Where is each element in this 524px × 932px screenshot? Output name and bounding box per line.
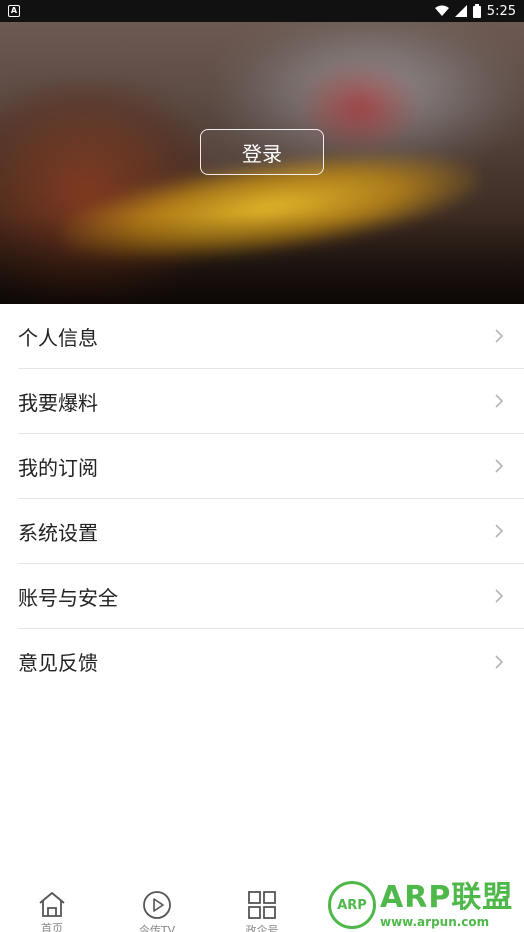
play-icon xyxy=(143,891,171,919)
menu-item-account-security[interactable]: 账号与安全 xyxy=(18,564,524,629)
signal-icon xyxy=(454,5,467,17)
menu-item-subscriptions[interactable]: 我的订阅 xyxy=(18,434,524,499)
grid-icon xyxy=(248,891,276,919)
watermark-title: ARP联盟 xyxy=(380,879,514,915)
chevron-right-icon xyxy=(494,329,508,343)
chevron-right-icon xyxy=(494,394,508,408)
banner-shade xyxy=(0,214,524,304)
wifi-icon xyxy=(434,5,449,16)
menu-item-label: 系统设置 xyxy=(18,520,98,545)
battery-icon xyxy=(472,4,481,18)
nav-label: 首页 xyxy=(41,922,63,932)
menu-item-label: 我要爆料 xyxy=(18,390,98,415)
login-button[interactable]: 登录 xyxy=(200,129,324,175)
chevron-right-icon xyxy=(494,654,508,669)
home-icon xyxy=(39,892,65,917)
menu-item-system-settings[interactable]: 系统设置 xyxy=(18,499,524,564)
menu-item-label: 我的订阅 xyxy=(18,455,98,480)
arp-watermark: ARP ARP联盟 www.arpun.com xyxy=(328,878,524,932)
app-notification-icon: A xyxy=(8,5,20,17)
nav-label: 今传TV xyxy=(138,924,176,932)
bottom-nav: 首页 今传TV 政企号 ARP ARP联盟 www.arpun.com xyxy=(0,878,524,932)
menu-item-label: 意见反馈 xyxy=(18,651,98,675)
status-time: 5:25 xyxy=(486,3,516,19)
status-bar: A 5:25 xyxy=(0,0,524,22)
chevron-right-icon xyxy=(494,459,508,473)
nav-item-gov-accounts[interactable]: 政企号 xyxy=(227,890,297,932)
settings-menu: 个人信息 我要爆料 我的订阅 系统设置 账号与安全 意见反馈 xyxy=(0,304,524,694)
chevron-right-icon xyxy=(494,589,508,603)
menu-item-report-news[interactable]: 我要爆料 xyxy=(18,369,524,434)
arp-logo-icon: ARP xyxy=(328,881,376,929)
chevron-right-icon xyxy=(494,524,508,538)
nav-item-tv[interactable]: 今传TV xyxy=(122,890,192,932)
nav-label: 政企号 xyxy=(245,924,279,932)
profile-banner: 登录 xyxy=(0,22,524,304)
menu-item-label: 账号与安全 xyxy=(18,585,118,610)
menu-item-label: 个人信息 xyxy=(18,325,98,350)
menu-item-profile[interactable]: 个人信息 xyxy=(18,304,524,369)
watermark-text: ARP联盟 www.arpun.com xyxy=(380,879,514,929)
menu-item-feedback[interactable]: 意见反馈 xyxy=(18,629,524,694)
nav-item-home[interactable]: 首页 xyxy=(17,890,87,932)
watermark-url: www.arpun.com xyxy=(380,914,490,929)
status-right: 5:25 xyxy=(434,3,516,19)
